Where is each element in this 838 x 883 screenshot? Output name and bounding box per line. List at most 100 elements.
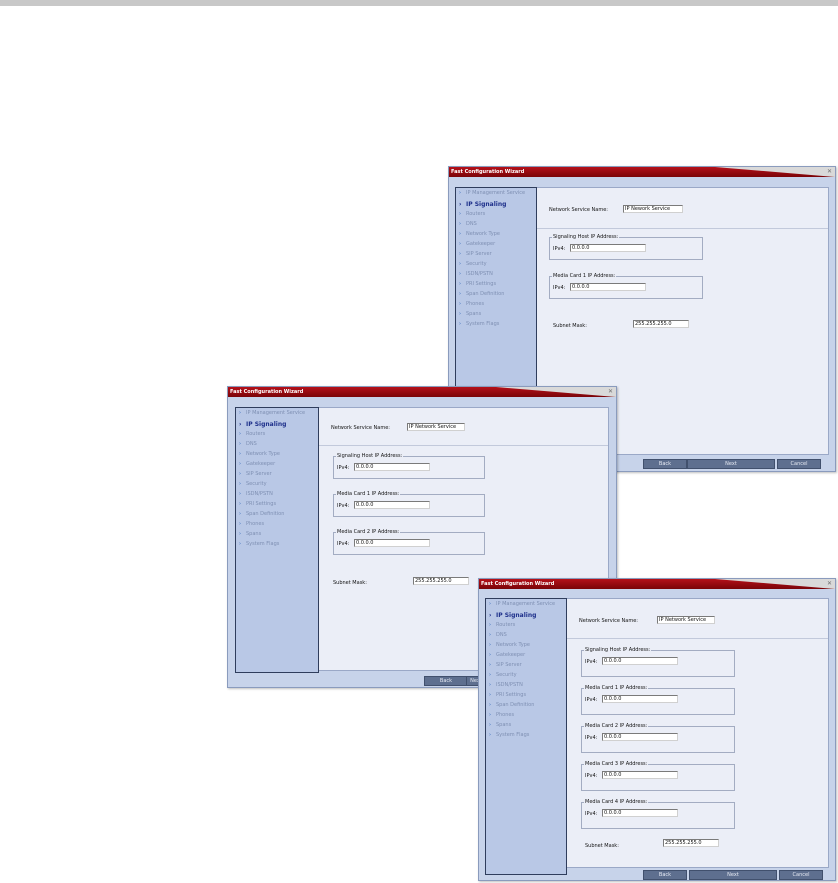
cancel-button[interactable]: Cancel [777,459,821,469]
group-legend: Signaling Host IP Address: [584,647,652,653]
cancel-button[interactable]: Cancel [779,870,823,880]
nav-item-pri-settings[interactable]: › PRI Settings [236,501,320,511]
nav-item-span-definition[interactable]: › Span Definition [236,511,320,521]
nav-item-ip-management-service[interactable]: › IP Management Service [486,601,568,611]
nav-item-isdn-pstn[interactable]: › ISDN/PSTN [486,682,568,692]
media-card-1-group: Media Card 1 IP Address: IPv4: [581,685,735,715]
chevron-right-icon: › [489,622,491,628]
subnet-mask-input[interactable] [413,577,469,585]
nav-item-sip-server[interactable]: › SIP Server [236,471,320,481]
media-card-1-ip-input[interactable] [570,283,646,291]
nav-item-network-type[interactable]: › Network Type [486,642,568,652]
group-legend: Media Card 1 IP Address: [584,685,649,691]
nav-item-spans[interactable]: › Spans [456,311,538,321]
signaling-ip-input[interactable] [354,463,430,471]
dialog-title-bar: Fast Configuration Wizard ✕ [228,387,616,397]
nav-item-ip-signaling[interactable]: › IP Signaling [236,421,320,431]
subnet-mask-input[interactable] [633,320,689,328]
nav-item-security[interactable]: › Security [236,481,320,491]
group-legend: Media Card 1 IP Address: [552,273,617,279]
chevron-right-icon: › [239,410,241,416]
chevron-right-icon: › [459,221,461,227]
network-service-name-input[interactable] [623,205,683,213]
nav-item-isdn-pstn[interactable]: › ISDN/PSTN [236,491,320,501]
nav-item-spans[interactable]: › Spans [236,531,320,541]
chevron-right-icon: › [239,461,241,467]
ipv4-label: IPv4: [585,773,598,779]
subnet-mask-label: Subnet Mask: [333,580,367,586]
nav-item-span-definition[interactable]: › Span Definition [486,702,568,712]
nav-item-phones[interactable]: › Phones [236,521,320,531]
ipv4-label: IPv4: [585,735,598,741]
nav-item-phones[interactable]: › Phones [456,301,538,311]
network-service-name-label: Network Service Name: [579,618,638,624]
close-icon[interactable]: ✕ [827,579,832,589]
chevron-right-icon: › [459,261,461,267]
chevron-right-icon: › [489,692,491,698]
nav-item-ip-management-service[interactable]: › IP Management Service [236,410,320,420]
nav-item-isdn-pstn[interactable]: › ISDN/PSTN [456,271,538,281]
media-card-2-ip-input[interactable] [354,539,430,547]
chevron-right-icon: › [239,421,242,428]
nav-item-network-type[interactable]: › Network Type [456,231,538,241]
network-service-name-input[interactable] [657,616,715,624]
media-card-1-ip-input[interactable] [354,501,430,509]
nav-item-spans[interactable]: › Spans [486,722,568,732]
nav-item-sip-server[interactable]: › SIP Server [456,251,538,261]
media-card-1-ip-input[interactable] [602,695,678,703]
ipv4-label: IPv4: [337,465,350,471]
back-button[interactable]: Back [424,676,468,686]
dialog-title-bar: Fast Configuration Wizard ✕ [479,579,835,589]
nav-item-system-flags[interactable]: › System Flags [236,541,320,551]
nav-item-system-flags[interactable]: › System Flags [486,732,568,742]
wizard-nav-list: › IP Management Service › IP Signaling › Ro… [456,188,536,340]
back-button[interactable]: Back [643,870,687,880]
next-button[interactable]: Next [689,870,777,880]
back-button[interactable]: Back [643,459,687,469]
network-service-name-input[interactable] [407,423,465,431]
nav-item-system-flags[interactable]: › System Flags [456,321,538,331]
nav-item-dns[interactable]: › DNS [486,632,568,642]
chevron-right-icon: › [459,211,461,217]
media-card-4-ip-input[interactable] [602,809,678,817]
dialog-title-bar: Fast Configuration Wizard ✕ [449,167,835,177]
signaling-ip-input[interactable] [570,244,646,252]
nav-item-ip-management-service[interactable]: › IP Management Service [456,190,538,200]
nav-item-ip-signaling[interactable]: › IP Signaling [486,612,568,622]
nav-item-dns[interactable]: › DNS [236,441,320,451]
next-button[interactable]: Next [687,459,775,469]
nav-item-routers[interactable]: › Routers [486,622,568,632]
nav-item-network-type[interactable]: › Network Type [236,451,320,461]
nav-item-dns[interactable]: › DNS [456,221,538,231]
signaling-host-group: Signaling Host IP Address: IPv4: [333,453,485,479]
nav-item-span-definition[interactable]: › Span Definition [456,291,538,301]
dialog-title: Fast Configuration Wizard [481,581,555,587]
close-icon[interactable]: ✕ [608,387,613,397]
nav-item-ip-signaling[interactable]: › IP Signaling [456,201,538,211]
close-icon[interactable]: ✕ [827,167,832,177]
media-card-2-ip-input[interactable] [602,733,678,741]
nav-item-gatekeeper[interactable]: › Gatekeeper [456,241,538,251]
nav-item-pri-settings[interactable]: › PRI Settings [486,692,568,702]
network-service-name-label: Network Service Name: [331,425,390,431]
chevron-right-icon: › [239,521,241,527]
nav-item-routers[interactable]: › Routers [456,211,538,221]
signaling-ip-input[interactable] [602,657,678,665]
chevron-right-icon: › [489,612,492,619]
group-legend: Signaling Host IP Address: [336,453,404,459]
nav-item-gatekeeper[interactable]: › Gatekeeper [236,461,320,471]
signaling-host-group: Signaling Host IP Address: IPv4: [549,234,703,260]
chevron-right-icon: › [239,481,241,487]
nav-item-gatekeeper[interactable]: › Gatekeeper [486,652,568,662]
nav-item-security[interactable]: › Security [486,672,568,682]
nav-item-security[interactable]: › Security [456,261,538,271]
nav-item-phones[interactable]: › Phones [486,712,568,722]
nav-item-pri-settings[interactable]: › PRI Settings [456,281,538,291]
media-card-3-group: Media Card 3 IP Address: IPv4: [581,761,735,791]
nav-item-routers[interactable]: › Routers [236,431,320,441]
dialog-title: Fast Configuration Wizard [451,169,525,175]
media-card-3-ip-input[interactable] [602,771,678,779]
subnet-mask-input[interactable] [663,839,719,847]
media-card-1-group: Media Card 1 IP Address: IPv4: [333,491,485,517]
nav-item-sip-server[interactable]: › SIP Server [486,662,568,672]
